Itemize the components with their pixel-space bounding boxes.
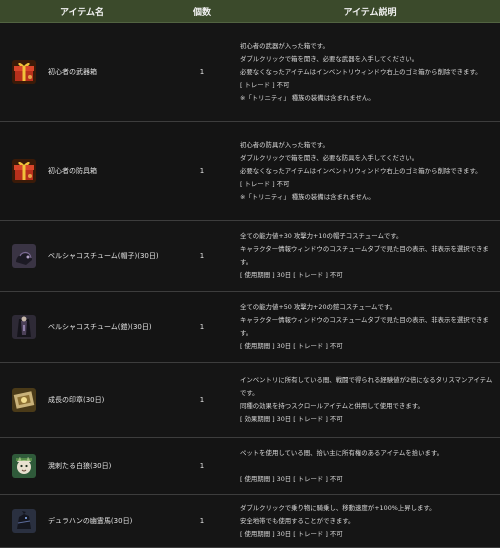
item-quantity: 1 xyxy=(199,167,205,175)
description-line: ダブルクリックで箱を開き、必要な防具を入手してください。 xyxy=(240,153,419,162)
table-row: 溌剌たる白狼(30日) 1 ペットを使用している間、拾い主に所有権のあるアイテムを拾… xyxy=(0,438,500,495)
item-description: インベントリに所有している間、戦闘で得られる経験値が2倍になるタリスマンアイテム… xyxy=(240,363,500,437)
description-line: ダブルクリックで箱を開き、必要な武器を入手してください。 xyxy=(240,54,419,63)
item-icon-cell xyxy=(0,495,48,547)
description-line: 必要なくなったアイテムはインベントリウィンドウ右上のゴミ箱から削除できます。 xyxy=(240,67,482,76)
item-name: 初心者の武器箱 xyxy=(48,68,97,76)
table-body: 初心者の武器箱 1 初心者の武器が入った箱です。ダブルクリックで箱を開き、必要な武器… xyxy=(0,23,500,548)
table-row: 成長の印章(30日) 1 インベントリに所有している間、戦闘で得られる経験値が2倍に… xyxy=(0,363,500,438)
description-line: 必要なくなったアイテムはインベントリウィンドウ右上のゴミ箱から削除できます。 xyxy=(240,166,482,175)
dark-costume-icon xyxy=(12,315,36,339)
description-line: ペットを使用している間、拾い主に所有権のあるアイテムを拾います。 xyxy=(240,448,444,457)
golden-seal-icon xyxy=(12,388,36,412)
item-description: 全ての能力値+50 攻撃力+20の鎧コスチュームです。キャラクター情報ウィンドウ… xyxy=(240,292,500,362)
item-name: 初心者の防具箱 xyxy=(48,167,97,175)
item-quantity: 1 xyxy=(199,68,205,76)
description-line: 初心者の武器が入った箱です。 xyxy=(240,41,329,50)
dark-hat-icon xyxy=(12,244,36,268)
item-quantity: 1 xyxy=(199,517,205,525)
item-description: 全ての能力値+30 攻撃力+10の帽子コスチュームです。キャラクター情報ウィンド… xyxy=(240,221,500,291)
description-line: [ トレード ] 不可 xyxy=(240,179,290,188)
item-icon-cell xyxy=(0,438,48,494)
item-icon-cell xyxy=(0,122,48,220)
description-line: キャラクター情報ウィンドウのコスチュームタブで見た目の表示、非表示を選択できます… xyxy=(240,245,489,266)
table-header: アイテム名 個数 アイテム説明 xyxy=(0,0,500,23)
item-description: ペットを使用している間、拾い主に所有権のあるアイテムを拾います。 [ 使用期間 ]… xyxy=(240,438,500,494)
description-line: 初心者の防具が入った箱です。 xyxy=(240,140,329,149)
table-row: 初心者の武器箱 1 初心者の武器が入った箱です。ダブルクリックで箱を開き、必要な武器… xyxy=(0,23,500,122)
header-quantity: 個数 xyxy=(192,7,211,18)
description-line: ※「トリニティ」 種族の装備は含まれません。 xyxy=(240,192,375,201)
green-pet-icon xyxy=(12,454,36,478)
description-line: [ 使用期間 ] 30日 [ トレード ] 不可 xyxy=(240,474,343,483)
description-line: [ トレード ] 不可 xyxy=(240,80,290,89)
description-line: [ 使用期間 ] 30日 [ トレード ] 不可 xyxy=(240,342,343,350)
item-quantity: 1 xyxy=(199,252,205,260)
item-name: ベルシャコスチューム(鎧)(30日) xyxy=(48,323,152,331)
item-description: ダブルクリックで乗り物に騎乗し、移動速度が+100%上昇します。 安全地帯でも使用… xyxy=(240,495,500,547)
item-quantity: 1 xyxy=(199,462,205,470)
description-line: [ 効果期間 ] 30日 [ トレード ] 不可 xyxy=(240,415,343,423)
table-row: ベルシャコスチューム(鎧)(30日) 1 全ての能力値+50 攻撃力+20の鎧コスチ… xyxy=(0,292,500,363)
item-quantity: 1 xyxy=(199,396,205,404)
red-gift-box-icon xyxy=(12,60,36,84)
description-line: キャラクター情報ウィンドウのコスチュームタブで見た目の表示、非表示を選択できます… xyxy=(240,316,489,337)
description-line: 全ての能力値+50 攻撃力+20の鎧コスチュームです。 xyxy=(240,303,396,311)
item-icon-cell xyxy=(0,221,48,291)
description-line: ダブルクリックで乗り物に騎乗し、移動速度が+100%上昇します。 xyxy=(240,503,436,512)
description-line: [ 使用期間 ] 30日 [ トレード ] 不可 xyxy=(240,271,343,279)
description-line: 安全地帯でも使用することができます。 xyxy=(240,516,355,525)
table-row: デュラハンの幽霊馬(30日) 1 ダブルクリックで乗り物に騎乗し、移動速度が+100… xyxy=(0,495,500,548)
item-name: ベルシャコスチューム(帽子)(30日) xyxy=(48,252,159,260)
item-icon-cell xyxy=(0,292,48,362)
description-line: [ 使用期間 ] 30日 [ トレード ] 不可 xyxy=(240,529,343,538)
description-line: ※「トリニティ」 種族の装備は含まれません。 xyxy=(240,93,375,102)
red-gift-box-icon xyxy=(12,159,36,183)
dark-horse-icon xyxy=(12,509,36,533)
item-icon-cell xyxy=(0,363,48,437)
item-quantity: 1 xyxy=(199,323,205,331)
description-line: インベントリに所有している間、戦闘で得られる経験値が2倍になるタリスマンアイテム… xyxy=(240,376,493,397)
table-row: ベルシャコスチューム(帽子)(30日) 1 全ての能力値+30 攻撃力+10の帽子コ… xyxy=(0,221,500,292)
item-table: アイテム名 個数 アイテム説明 初心者の武器箱 1 初心者の武器が入った箱です。ダブ… xyxy=(0,0,500,548)
description-line: 全ての能力値+30 攻撃力+10の帽子コスチュームです。 xyxy=(240,232,403,240)
item-icon-cell xyxy=(0,23,48,121)
item-description: 初心者の武器が入った箱です。ダブルクリックで箱を開き、必要な武器を入手してくださ… xyxy=(240,23,500,121)
header-item-name: アイテム名 xyxy=(59,7,105,18)
item-name: 成長の印章(30日) xyxy=(48,396,105,404)
description-line xyxy=(240,460,496,473)
item-name: 溌剌たる白狼(30日) xyxy=(48,462,112,470)
item-name: デュラハンの幽霊馬(30日) xyxy=(48,517,133,525)
header-item-description: アイテム説明 xyxy=(343,7,397,18)
description-line: 同種の効果を持つスクロールアイテムと併用して使用できます。 xyxy=(240,402,424,410)
item-description: 初心者の防具が入った箱です。ダブルクリックで箱を開き、必要な防具を入手してくださ… xyxy=(240,122,500,220)
table-row: 初心者の防具箱 1 初心者の防具が入った箱です。ダブルクリックで箱を開き、必要な防具… xyxy=(0,122,500,221)
